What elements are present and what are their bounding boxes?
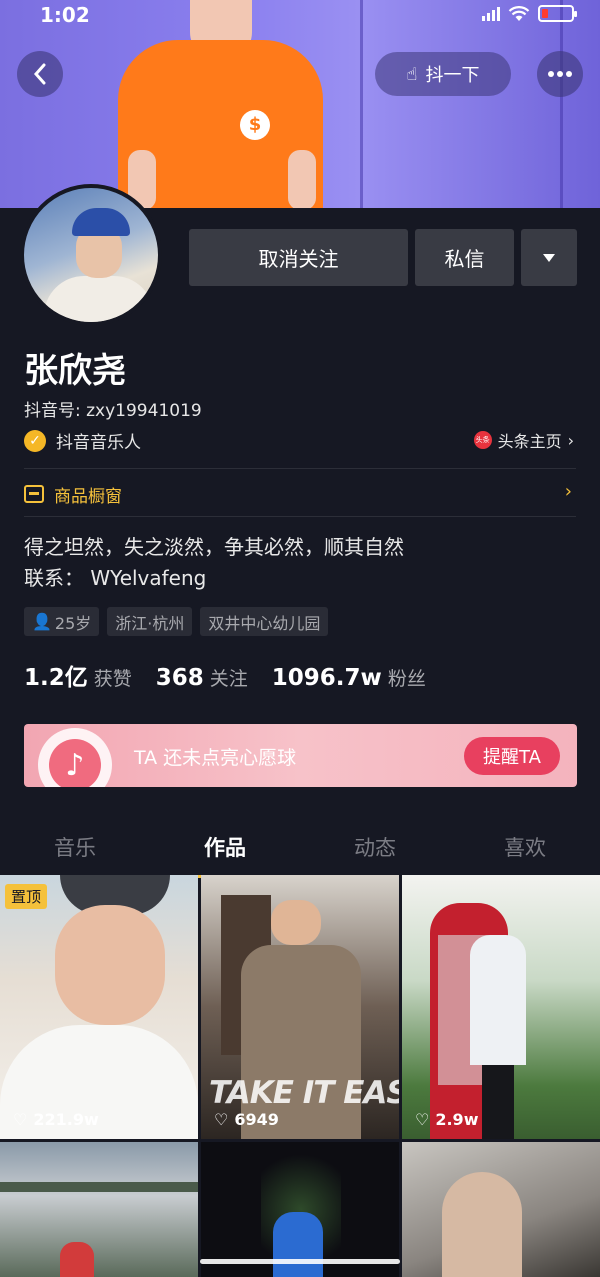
tab-works[interactable]: 作品 <box>150 826 300 878</box>
battery-icon <box>538 5 577 22</box>
likes-label: 获赞 <box>93 668 132 690</box>
remind-button[interactable]: 提醒TA <box>464 737 560 775</box>
verified-check-icon: ✓ <box>24 429 46 452</box>
bio-line: 得之坦然，失之淡然，争其必然，顺其自然 <box>24 535 404 559</box>
status-bar: 1:02 <box>0 0 600 30</box>
age-tag: 👤 25岁 <box>24 607 100 636</box>
location-tag: 浙江·杭州 <box>107 607 193 636</box>
toutiao-homepage-link[interactable]: 头条 头条主页 › <box>473 428 574 452</box>
more-button[interactable] <box>537 51 583 97</box>
profile-name: 张欣尧 <box>24 351 126 391</box>
video-overlay-text: TAKE IT EASY <box>209 1075 399 1111</box>
shop-window-row[interactable]: 商品橱窗 › <box>24 481 576 507</box>
chevron-right-icon: › <box>567 430 574 450</box>
fans-label: 粉丝 <box>387 668 426 690</box>
avatar[interactable] <box>20 184 162 326</box>
video-thumbnail[interactable] <box>0 1142 198 1277</box>
fans-stat[interactable]: 1096.7w 粉丝 <box>272 664 426 691</box>
tab-likes[interactable]: 喜欢 <box>450 826 600 874</box>
shake-button[interactable]: ☝ 抖一下 <box>375 52 511 96</box>
video-grid: 置顶 ♡ 221.9w TAKE IT EASY ♡ 6949 ♡ 2.9w <box>0 875 600 1277</box>
following-stat[interactable]: 368 关注 <box>156 664 248 691</box>
profile-stats: 1.2亿 获赞 368 关注 1096.7w 粉丝 <box>24 658 426 692</box>
likes-count: 1.2亿 <box>24 665 88 691</box>
video-thumbnail[interactable]: ♡ 2.9w <box>402 875 600 1139</box>
video-likes-count: 221.9w <box>33 1110 99 1129</box>
message-button[interactable]: 私信 <box>415 229 514 286</box>
video-likes: ♡ 221.9w <box>13 1110 99 1129</box>
shop-icon <box>24 485 44 503</box>
video-likes: ♡ 6949 <box>214 1110 279 1129</box>
following-label: 关注 <box>209 668 248 690</box>
tiktok-logo-icon: ♪ <box>38 728 112 787</box>
shop-label: 商品橱窗 <box>54 486 122 507</box>
heart-icon: ♡ <box>415 1110 430 1129</box>
toutiao-icon: 头条 <box>473 431 492 449</box>
toutiao-label: 头条主页 <box>497 432 562 451</box>
unfollow-button[interactable]: 取消关注 <box>189 229 408 286</box>
video-thumbnail[interactable]: TAKE IT EASY ♡ 6949 <box>201 875 399 1139</box>
caret-down-icon <box>543 253 555 262</box>
banner-text: TA 还未点亮心愿球 <box>134 747 297 769</box>
pinned-badge: 置顶 <box>5 884 48 909</box>
shake-label: 抖一下 <box>425 65 480 86</box>
person-icon: 👤 <box>32 612 52 631</box>
tab-music[interactable]: 音乐 <box>0 826 150 874</box>
bio: 得之坦然，失之淡然，争其必然，顺其自然 联系： WYelvafeng <box>24 532 404 594</box>
wifi-icon <box>508 5 530 21</box>
chevron-right-icon: › <box>564 481 572 502</box>
hand-point-icon: ☝ <box>406 63 418 85</box>
douyin-id: 抖音号: zxy19941019 <box>24 401 202 421</box>
back-button[interactable] <box>17 51 63 97</box>
content-tabs: 音乐 作品 动态 喜欢 <box>0 826 600 878</box>
home-indicator <box>200 1259 400 1264</box>
age-tag-label: 25岁 <box>54 613 92 633</box>
fans-count: 1096.7w <box>271 665 382 691</box>
wish-ball-banner[interactable]: ♪ TA 还未点亮心愿球 提醒TA <box>24 724 577 787</box>
bio-contact: 联系： WYelvafeng <box>24 566 207 590</box>
likes-stat: 1.2亿 获赞 <box>24 658 132 692</box>
video-likes-count: 6949 <box>234 1110 279 1129</box>
cellular-signal-icon <box>482 6 500 21</box>
video-thumbnail[interactable] <box>201 1142 399 1277</box>
school-tag: 双井中心幼儿园 <box>200 607 329 636</box>
video-likes: ♡ 2.9w <box>415 1110 478 1129</box>
heart-icon: ♡ <box>214 1110 229 1129</box>
profile-tags: 👤 25岁 浙江·杭州 双井中心幼儿园 <box>24 607 329 636</box>
status-time: 1:02 <box>40 3 90 27</box>
tab-moments[interactable]: 动态 <box>300 826 450 874</box>
divider <box>24 516 576 517</box>
divider <box>24 468 576 469</box>
chevron-left-icon <box>33 63 46 85</box>
video-likes-count: 2.9w <box>435 1110 479 1129</box>
video-thumbnail[interactable] <box>402 1142 600 1277</box>
recommend-dropdown-button[interactable] <box>521 229 577 286</box>
verified-badge-row: ✓ 抖音音乐人 <box>24 428 141 453</box>
video-thumbnail[interactable]: 置顶 ♡ 221.9w <box>0 875 198 1139</box>
following-count: 368 <box>155 665 204 691</box>
verified-label: 抖音音乐人 <box>56 433 141 453</box>
heart-icon: ♡ <box>13 1110 28 1129</box>
more-dots-icon <box>548 71 572 77</box>
profile-cover-image: $ <box>0 0 600 208</box>
